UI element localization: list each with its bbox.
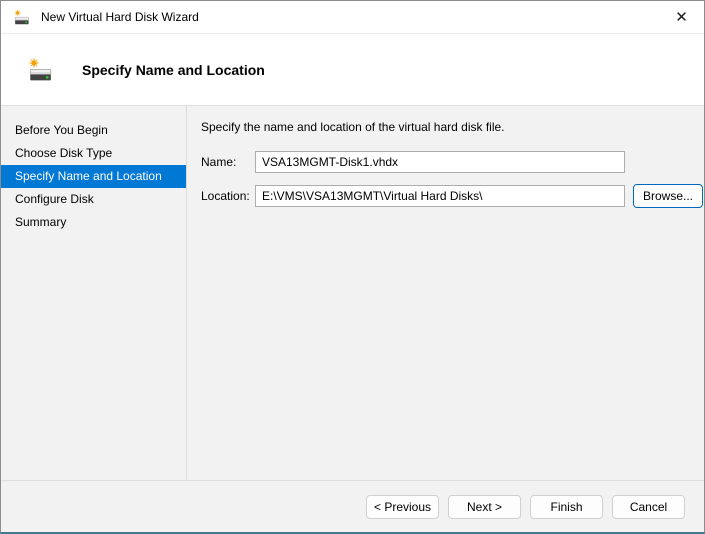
sidebar-item-summary[interactable]: Summary [1, 211, 186, 234]
browse-button[interactable]: Browse... [633, 184, 703, 208]
wizard-footer: < Previous Next > Finish Cancel [1, 480, 704, 532]
wizard-steps-sidebar: Before You Begin Choose Disk Type Specif… [1, 106, 187, 480]
new-virtual-hard-disk-wizard-window: New Virtual Hard Disk Wizard ✕ Specify N… [0, 0, 705, 534]
sidebar-item-before-you-begin[interactable]: Before You Begin [1, 119, 186, 142]
wizard-header: Specify Name and Location [1, 34, 704, 106]
page-description: Specify the name and location of the vir… [201, 120, 703, 134]
sidebar-item-specify-name-and-location[interactable]: Specify Name and Location [1, 165, 186, 188]
wizard-content: Specify the name and location of the vir… [187, 106, 705, 480]
close-icon[interactable]: ✕ [659, 1, 704, 34]
location-row: Location: Browse... [201, 184, 703, 208]
window-title: New Virtual Hard Disk Wizard [41, 10, 199, 24]
finish-button[interactable]: Finish [530, 495, 603, 519]
name-label: Name: [201, 155, 255, 169]
name-row: Name: [201, 151, 703, 173]
new-vhd-disk-icon [13, 9, 30, 26]
sidebar-item-configure-disk[interactable]: Configure Disk [1, 188, 186, 211]
name-input[interactable] [255, 151, 625, 173]
sidebar-item-choose-disk-type[interactable]: Choose Disk Type [1, 142, 186, 165]
new-vhd-disk-icon-large [27, 57, 53, 83]
next-button[interactable]: Next > [448, 495, 521, 519]
title-bar: New Virtual Hard Disk Wizard ✕ [1, 1, 704, 34]
page-title: Specify Name and Location [82, 62, 265, 78]
previous-button[interactable]: < Previous [366, 495, 439, 519]
location-input[interactable] [255, 185, 625, 207]
cancel-button[interactable]: Cancel [612, 495, 685, 519]
location-label: Location: [201, 189, 255, 203]
wizard-body: Before You Begin Choose Disk Type Specif… [1, 106, 704, 480]
